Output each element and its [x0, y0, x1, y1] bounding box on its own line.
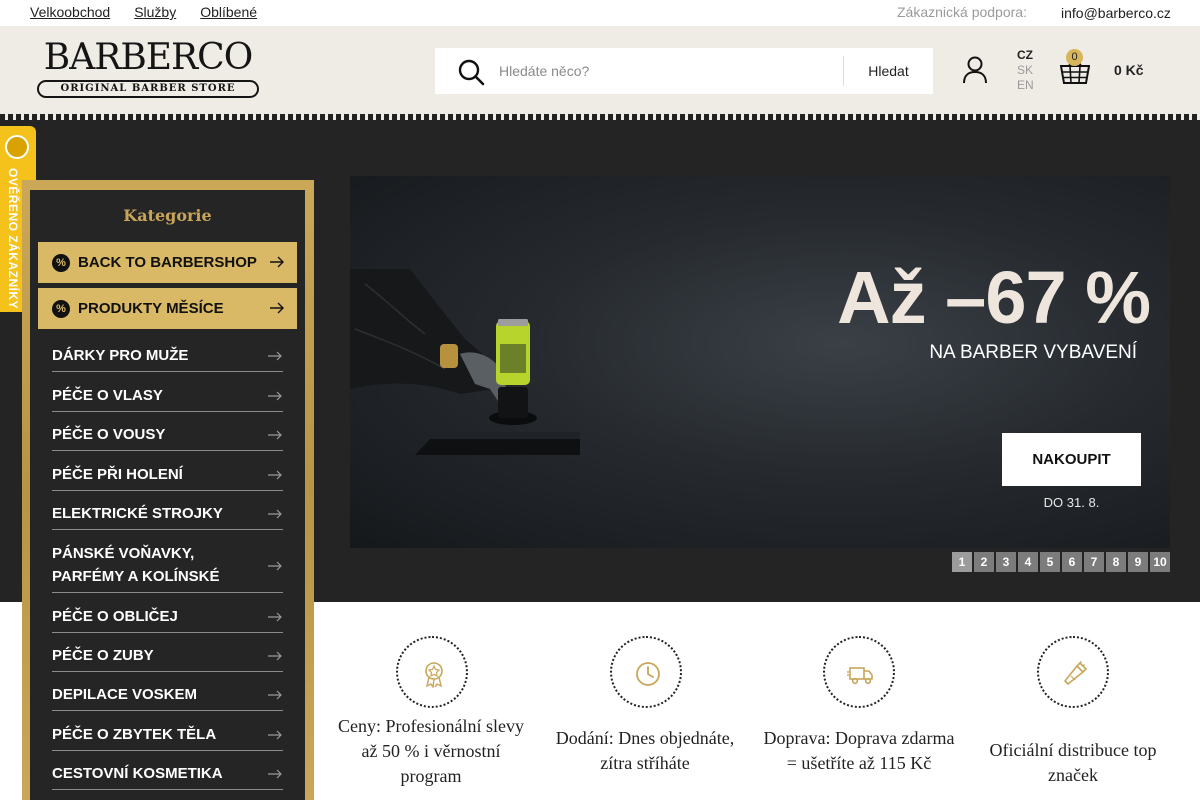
arrow-right-icon — [268, 690, 282, 700]
lang-sk[interactable]: SK — [1017, 63, 1034, 78]
category-item-clippers[interactable]: ELEKTRICKÉ STROJKY — [52, 502, 283, 530]
category-panel: Kategorie % BACK TO BARBERSHOP % PRODUKT… — [30, 190, 305, 800]
site-header: BARBERCO ORIGINAL BARBER STORE Hledat CZ… — [0, 26, 1200, 116]
category-item-label: PÉČE O ZUBY — [52, 647, 154, 664]
arrow-right-icon — [268, 651, 282, 661]
category-item-label: CESTOVNÍ KOSMETIKA — [52, 765, 223, 782]
banner-page-2[interactable]: 2 — [974, 552, 994, 572]
clock-icon-ring — [610, 636, 682, 708]
lang-cz[interactable]: CZ — [1017, 48, 1034, 63]
arrow-right-icon — [270, 256, 284, 268]
banner-page-5[interactable]: 5 — [1040, 552, 1060, 572]
top-links: Velkoobchod Služby Oblíbené — [30, 4, 257, 20]
banner-page-10[interactable]: 10 — [1150, 552, 1170, 572]
arrow-right-icon — [268, 351, 282, 361]
category-item-dental-care[interactable]: PÉČE O ZUBY — [52, 644, 283, 672]
banner-date: DO 31. 8. — [1043, 495, 1100, 510]
verified-seal-icon — [5, 135, 29, 159]
category-item-label: PÉČE PŘI HOLENÍ — [52, 466, 183, 483]
benefit-delivery: Dodání: Dnes objednáte, zítra stříháte — [555, 728, 735, 773]
banner-page-8[interactable]: 8 — [1106, 552, 1126, 572]
category-item-label: PÉČE O VLASY — [52, 387, 163, 404]
support-email-link[interactable]: info@barberco.cz — [1061, 5, 1171, 21]
banner-page-9[interactable]: 9 — [1128, 552, 1148, 572]
category-item-label: ELEKTRICKÉ STROJKY — [52, 505, 223, 522]
benefit-official-distribution: Oficiální distribuce top značek — [989, 740, 1157, 785]
category-item-shaving[interactable]: PÉČE PŘI HOLENÍ — [52, 463, 283, 491]
banner-page-3[interactable]: 3 — [996, 552, 1016, 572]
banner-page-6[interactable]: 6 — [1062, 552, 1082, 572]
percent-badge-icon: % — [52, 299, 70, 318]
promo-back-to-barbershop[interactable]: % BACK TO BARBERSHOP — [38, 242, 297, 283]
category-title: Kategorie — [123, 206, 212, 225]
hero-banner[interactable]: Až –67 % NA BARBER VYBAVENÍ NAKOUPIT DO … — [350, 176, 1170, 548]
search-input[interactable] — [499, 48, 839, 94]
trimmer-icon — [1064, 661, 1088, 685]
arrow-right-icon — [268, 730, 282, 740]
arrow-right-icon — [268, 430, 282, 440]
category-item-label: PÉČE O OBLIČEJ — [52, 608, 178, 625]
award-icon-ring — [396, 636, 468, 708]
trimmer-icon-ring — [1037, 636, 1109, 708]
search-icon — [458, 59, 485, 86]
top-link-services[interactable]: Služby — [134, 4, 176, 20]
arrow-right-icon — [268, 509, 282, 519]
clock-icon — [636, 662, 660, 686]
arrow-right-icon — [268, 470, 282, 480]
banner-subline: NA BARBER VYBAVENÍ — [929, 342, 1137, 363]
banner-page-1[interactable]: 1 — [952, 552, 972, 572]
banner-pagination: 1 2 3 4 5 6 7 8 9 10 — [952, 552, 1170, 572]
delivery-truck-icon-ring — [823, 636, 895, 708]
category-item-gifts[interactable]: DÁRKY PRO MUŽE — [52, 344, 283, 372]
promo-label: BACK TO BARBERSHOP — [78, 254, 257, 271]
promo-products-of-month[interactable]: % PRODUKTY MĚSÍCE — [38, 288, 297, 329]
benefit-prices: Ceny: Profesionální slevy až 50 % i věrn… — [338, 716, 524, 786]
banner-page-4[interactable]: 4 — [1018, 552, 1038, 572]
category-item-label: PÉČE O ZBYTEK TĚLA — [52, 726, 217, 743]
category-item-label: PÁNSKÉ VOŇAVKY, PARFÉMY A KOLÍNSKÉ — [52, 545, 220, 585]
arrow-right-icon — [270, 302, 284, 314]
search-button[interactable]: Hledat — [844, 48, 933, 94]
barberco-logo[interactable]: BARBERCO ORIGINAL BARBER STORE — [30, 40, 266, 100]
banner-headline: Až –67 % — [837, 256, 1151, 339]
top-bar: Velkoobchod Služby Oblíbené Zákaznická p… — [0, 0, 1200, 26]
cart-count-badge: 0 — [1066, 49, 1083, 66]
percent-badge-icon: % — [52, 253, 70, 272]
category-item-label: DÁRKY PRO MUŽE — [52, 347, 189, 364]
arrow-right-icon — [268, 612, 282, 622]
user-account-icon[interactable] — [962, 56, 988, 84]
support-label: Zákaznická podpora: — [897, 4, 1027, 20]
lang-en[interactable]: EN — [1017, 78, 1034, 93]
logo-tagline: ORIGINAL BARBER STORE — [37, 80, 259, 98]
category-item-label: PÉČE O VOUSY — [52, 426, 166, 443]
benefit-shipping: Doprava: Doprava zdarma = ušetříte až 11… — [763, 728, 955, 773]
logo-wordmark: BARBERCO — [43, 37, 253, 78]
top-link-favorites[interactable]: Oblíbené — [200, 4, 257, 20]
banner-product-image — [350, 269, 580, 455]
award-icon — [425, 662, 443, 688]
shop-now-button[interactable]: NAKOUPIT — [1002, 433, 1141, 486]
delivery-truck-icon — [847, 667, 873, 685]
top-link-wholesale[interactable]: Velkoobchod — [30, 4, 110, 20]
category-item-travel[interactable]: CESTOVNÍ KOSMETIKA — [52, 762, 283, 790]
category-item-label: DEPILACE VOSKEM — [52, 686, 198, 703]
language-switcher: CZ SK EN — [1017, 48, 1034, 93]
category-item-face-care[interactable]: PÉČE O OBLIČEJ — [52, 605, 283, 633]
category-item-hair-care[interactable]: PÉČE O VLASY — [52, 384, 283, 412]
banner-page-7[interactable]: 7 — [1084, 552, 1104, 572]
category-item-fragrances[interactable]: PÁNSKÉ VOŇAVKY, PARFÉMY A KOLÍNSKÉ — [52, 542, 283, 593]
category-item-beard-care[interactable]: PÉČE O VOUSY — [52, 423, 283, 451]
category-item-waxing[interactable]: DEPILACE VOSKEM — [52, 683, 283, 711]
category-item-body-care[interactable]: PÉČE O ZBYTEK TĚLA — [52, 723, 283, 751]
cart-total[interactable]: 0 Kč — [1114, 62, 1144, 78]
search-bar: Hledat — [435, 48, 933, 94]
arrow-right-icon — [268, 391, 282, 401]
arrow-right-icon — [268, 769, 282, 779]
promo-label: PRODUKTY MĚSÍCE — [78, 300, 224, 317]
arrow-right-icon — [268, 561, 282, 571]
verified-reviews-label: OVĚŘENO ZÁKAZNÍKY — [6, 168, 20, 310]
